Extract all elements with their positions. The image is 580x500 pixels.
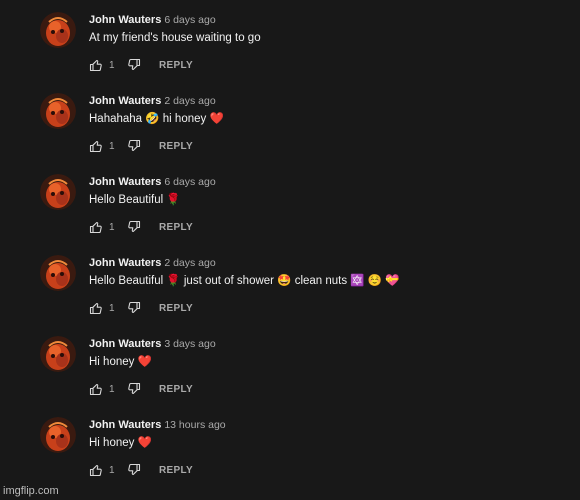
thumbs-up-icon[interactable] (89, 382, 103, 396)
comment-item: John Wauters 13 hours ago Hi honey ❤️ 1 R… (40, 417, 560, 489)
author-name[interactable]: John Wauters (89, 257, 161, 269)
author-name[interactable]: John Wauters (89, 176, 161, 188)
comment-text: At my friend's house waiting to go (89, 32, 261, 44)
reply-button[interactable]: REPLY (159, 60, 193, 71)
comment-item: John Wauters 2 days ago Hahahaha 🤣 hi hon… (40, 93, 560, 165)
thumbs-up-icon[interactable] (89, 301, 103, 315)
comment-timestamp[interactable]: 2 days ago (164, 257, 215, 269)
avatar-icon[interactable] (40, 174, 76, 210)
comment-timestamp[interactable]: 13 hours ago (164, 419, 225, 431)
like-count: 1 (109, 464, 115, 476)
comment-actions: 1 REPLY (89, 463, 193, 477)
reply-button[interactable]: REPLY (159, 384, 193, 395)
comment-text: Hi honey ❤️ (89, 437, 152, 449)
comment-actions: 1 REPLY (89, 301, 193, 315)
thumbs-down-icon[interactable] (127, 58, 141, 72)
thumbs-up-icon[interactable] (89, 220, 103, 234)
comment-timestamp[interactable]: 3 days ago (164, 338, 215, 350)
comment-text: Hello Beautiful 🌹 (89, 194, 181, 206)
thumbs-down-icon[interactable] (127, 220, 141, 234)
thumbs-down-icon[interactable] (127, 301, 141, 315)
comment-actions: 1 REPLY (89, 139, 193, 153)
author-name[interactable]: John Wauters (89, 95, 161, 107)
like-count: 1 (109, 221, 115, 233)
comment-item: John Wauters 3 days ago Hi honey ❤️ 1 REP… (40, 336, 560, 408)
comment-header: John Wauters 2 days ago (89, 255, 216, 270)
like-count: 1 (109, 140, 115, 152)
comment-item: John Wauters 6 days ago At my friend's ho… (40, 12, 560, 84)
comment-text: Hello Beautiful 🌹 just out of shower 🤩 c… (89, 275, 400, 287)
thumbs-down-icon[interactable] (127, 463, 141, 477)
author-name[interactable]: John Wauters (89, 14, 161, 26)
like-count: 1 (109, 383, 115, 395)
imgflip-watermark: imgflip.com (3, 485, 59, 497)
thumbs-up-icon[interactable] (89, 139, 103, 153)
reply-button[interactable]: REPLY (159, 222, 193, 233)
thumbs-down-icon[interactable] (127, 382, 141, 396)
comment-header: John Wauters 13 hours ago (89, 417, 226, 432)
comment-item: John Wauters 6 days ago Hello Beautiful 🌹… (40, 174, 560, 246)
avatar-icon[interactable] (40, 12, 76, 48)
comment-timestamp[interactable]: 2 days ago (164, 95, 215, 107)
thumbs-up-icon[interactable] (89, 58, 103, 72)
avatar-icon[interactable] (40, 93, 76, 129)
reply-button[interactable]: REPLY (159, 141, 193, 152)
comment-item: John Wauters 2 days ago Hello Beautiful 🌹… (40, 255, 560, 327)
reply-button[interactable]: REPLY (159, 303, 193, 314)
comment-actions: 1 REPLY (89, 220, 193, 234)
comment-header: John Wauters 6 days ago (89, 174, 216, 189)
author-name[interactable]: John Wauters (89, 338, 161, 350)
avatar-icon[interactable] (40, 417, 76, 453)
comment-actions: 1 REPLY (89, 58, 193, 72)
comment-timestamp[interactable]: 6 days ago (164, 14, 215, 26)
comment-text: Hi honey ❤️ (89, 356, 152, 368)
thumbs-up-icon[interactable] (89, 463, 103, 477)
reply-button[interactable]: REPLY (159, 465, 193, 476)
thumbs-down-icon[interactable] (127, 139, 141, 153)
comment-header: John Wauters 3 days ago (89, 336, 216, 351)
like-count: 1 (109, 302, 115, 314)
author-name[interactable]: John Wauters (89, 419, 161, 431)
comment-timestamp[interactable]: 6 days ago (164, 176, 215, 188)
comment-actions: 1 REPLY (89, 382, 193, 396)
like-count: 1 (109, 59, 115, 71)
avatar-icon[interactable] (40, 336, 76, 372)
avatar-icon[interactable] (40, 255, 76, 291)
comment-header: John Wauters 6 days ago (89, 12, 216, 27)
comment-header: John Wauters 2 days ago (89, 93, 216, 108)
comment-text: Hahahaha 🤣 hi honey ❤️ (89, 113, 224, 125)
